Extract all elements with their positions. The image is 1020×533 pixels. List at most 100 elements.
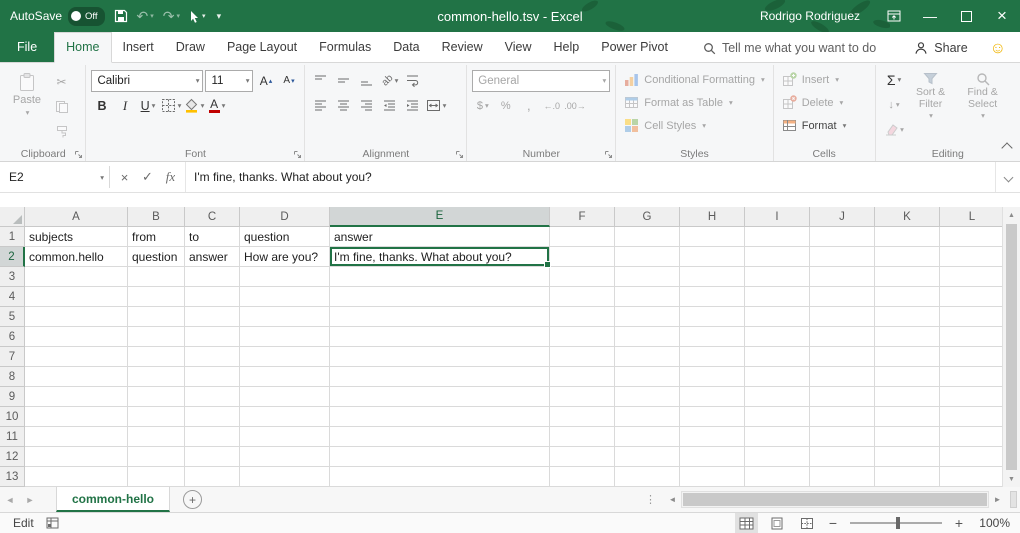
cell-C8[interactable] — [185, 367, 240, 387]
cell-E3[interactable] — [330, 267, 550, 287]
cell-D11[interactable] — [240, 427, 330, 447]
column-header-K[interactable]: K — [875, 207, 940, 227]
horizontal-scrollbar[interactable] — [681, 491, 989, 508]
cell-J2[interactable] — [810, 247, 875, 267]
cell-D8[interactable] — [240, 367, 330, 387]
row-header-4[interactable]: 4 — [0, 287, 25, 307]
cell-B9[interactable] — [128, 387, 185, 407]
cell-C3[interactable] — [185, 267, 240, 287]
cell-I13[interactable] — [745, 467, 810, 487]
format-cells-button[interactable]: Format▾ — [779, 114, 870, 137]
cell-L10[interactable] — [940, 407, 1005, 427]
cell-A11[interactable] — [25, 427, 128, 447]
decrease-indent-button[interactable] — [379, 95, 400, 116]
new-sheet-button[interactable]: + — [183, 490, 202, 509]
share-button[interactable]: Share — [914, 41, 967, 55]
cell-A13[interactable] — [25, 467, 128, 487]
row-header-6[interactable]: 6 — [0, 327, 25, 347]
tab-review[interactable]: Review — [431, 33, 494, 62]
cell-C2[interactable]: answer — [185, 247, 240, 267]
normal-view-button[interactable] — [735, 513, 758, 533]
cell-C7[interactable] — [185, 347, 240, 367]
cell-C5[interactable] — [185, 307, 240, 327]
cell-A4[interactable] — [25, 287, 128, 307]
tab-home[interactable]: Home — [54, 32, 111, 63]
signed-in-user[interactable]: Rodrigo Rodriguez — [760, 9, 860, 23]
cell-L5[interactable] — [940, 307, 1005, 327]
scroll-up-icon[interactable]: ▲ — [1003, 207, 1020, 223]
close-button[interactable]: × — [984, 0, 1020, 32]
undo-button[interactable]: ↶▾ — [137, 5, 154, 27]
paste-button[interactable]: Paste ▾ — [6, 68, 48, 145]
cell-L7[interactable] — [940, 347, 1005, 367]
cell-G13[interactable] — [615, 467, 680, 487]
borders-button[interactable]: ▾ — [160, 95, 181, 116]
cell-G2[interactable] — [615, 247, 680, 267]
cell-F10[interactable] — [550, 407, 615, 427]
cell-F8[interactable] — [550, 367, 615, 387]
cell-C9[interactable] — [185, 387, 240, 407]
cell-E4[interactable] — [330, 287, 550, 307]
select-all-corner[interactable] — [0, 207, 25, 227]
cell-C6[interactable] — [185, 327, 240, 347]
cell-K1[interactable] — [875, 227, 940, 247]
cell-E1[interactable]: answer — [330, 227, 550, 247]
cell-K4[interactable] — [875, 287, 940, 307]
cell-K7[interactable] — [875, 347, 940, 367]
cell-I10[interactable] — [745, 407, 810, 427]
cell-F11[interactable] — [550, 427, 615, 447]
cell-D2[interactable]: How are you? — [240, 247, 330, 267]
top-align-button[interactable] — [310, 70, 331, 91]
underline-button[interactable]: U▾ — [137, 95, 158, 116]
cell-G9[interactable] — [615, 387, 680, 407]
cell-G7[interactable] — [615, 347, 680, 367]
cell-D3[interactable] — [240, 267, 330, 287]
percent-style-button[interactable]: % — [495, 95, 516, 116]
column-header-E[interactable]: E — [330, 207, 550, 227]
cell-I9[interactable] — [745, 387, 810, 407]
page-break-view-button[interactable] — [795, 513, 818, 533]
cell-F12[interactable] — [550, 447, 615, 467]
cell-H8[interactable] — [680, 367, 745, 387]
cell-D5[interactable] — [240, 307, 330, 327]
pane-splitter-handle[interactable] — [1010, 491, 1017, 508]
cell-I2[interactable] — [745, 247, 810, 267]
cell-C10[interactable] — [185, 407, 240, 427]
expand-formula-bar-button[interactable] — [995, 162, 1020, 192]
cell-L1[interactable] — [940, 227, 1005, 247]
column-header-B[interactable]: B — [128, 207, 185, 227]
cell-A3[interactable] — [25, 267, 128, 287]
tab-file[interactable]: File — [0, 32, 54, 62]
cell-H3[interactable] — [680, 267, 745, 287]
cell-F9[interactable] — [550, 387, 615, 407]
cell-K9[interactable] — [875, 387, 940, 407]
customize-qat-button[interactable]: ▾ — [215, 5, 222, 27]
cell-L9[interactable] — [940, 387, 1005, 407]
row-header-2[interactable]: 2 — [0, 247, 25, 267]
cell-J6[interactable] — [810, 327, 875, 347]
cell-D4[interactable] — [240, 287, 330, 307]
copy-button[interactable] — [51, 96, 72, 117]
cell-J5[interactable] — [810, 307, 875, 327]
font-color-button[interactable]: A ▾ — [206, 95, 227, 116]
cell-L13[interactable] — [940, 467, 1005, 487]
cell-L12[interactable] — [940, 447, 1005, 467]
cell-G1[interactable] — [615, 227, 680, 247]
cell-H1[interactable] — [680, 227, 745, 247]
cell-J3[interactable] — [810, 267, 875, 287]
horizontal-scroll-thumb[interactable] — [683, 493, 987, 506]
clear-button[interactable]: ▾ — [884, 119, 905, 140]
column-header-G[interactable]: G — [615, 207, 680, 227]
cell-E5[interactable] — [330, 307, 550, 327]
cell-D13[interactable] — [240, 467, 330, 487]
alignment-dialog-launcher[interactable] — [455, 150, 464, 159]
tab-resize-handle[interactable]: ⋮ — [645, 493, 656, 506]
cell-I1[interactable] — [745, 227, 810, 247]
increase-decimal-button[interactable]: ←.0 — [541, 95, 562, 116]
number-dialog-launcher[interactable] — [604, 150, 613, 159]
increase-font-size-button[interactable]: A▴ — [255, 70, 276, 91]
number-format-combo[interactable]: General▾ — [472, 70, 610, 92]
cell-C13[interactable] — [185, 467, 240, 487]
cell-I7[interactable] — [745, 347, 810, 367]
align-center-button[interactable] — [333, 95, 354, 116]
